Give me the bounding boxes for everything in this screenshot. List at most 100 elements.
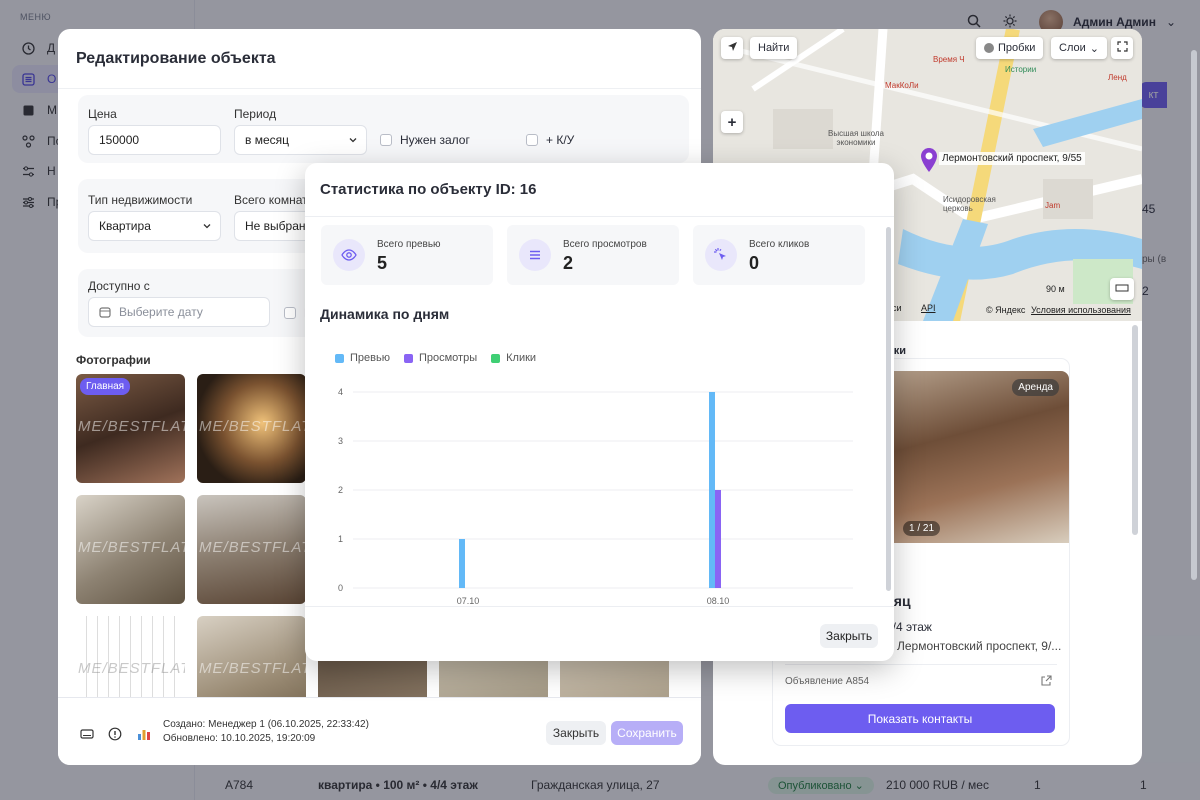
- date-placeholder: Выберите дату: [119, 305, 203, 319]
- checkbox-box: [284, 307, 296, 319]
- keyboard-icon[interactable]: [80, 727, 94, 741]
- photos-label: Фотографии: [76, 353, 151, 367]
- modal-scrollbar[interactable]: [886, 227, 891, 591]
- photo-counter: 1 / 21: [903, 521, 941, 536]
- legend-item[interactable]: Просмотры: [403, 352, 478, 364]
- stat-card-views: Всего просмотров 2: [507, 225, 679, 285]
- main-photo-badge: Главная: [80, 378, 131, 395]
- x-tick-label: 08.10: [707, 596, 730, 606]
- close-button[interactable]: Закрыть: [546, 721, 606, 745]
- checkbox-box: [380, 134, 392, 146]
- legend-label: Клики: [506, 352, 537, 364]
- type-label: Тип недвижимости: [88, 193, 193, 207]
- marker-label: Лермонтовский проспект, 9/55: [939, 152, 1085, 165]
- price-section: Цена 150000 Период в месяц Нужен залог +…: [78, 95, 689, 163]
- external-link-icon[interactable]: [1041, 675, 1052, 689]
- watermark: ME/BESTFLATS: [199, 539, 306, 556]
- chevron-down-icon: [202, 220, 212, 234]
- chevron-down-icon: [348, 134, 358, 148]
- y-tick-label: 2: [338, 485, 343, 495]
- period-select[interactable]: в месяц: [234, 125, 367, 155]
- legend-swatch: [335, 353, 344, 363]
- zoom-in-button[interactable]: +: [721, 111, 743, 133]
- rooms-label: Всего комнат: [234, 193, 308, 207]
- updated-info: Обновлено: 10.10.2025, 19:20:09: [163, 733, 316, 744]
- price-label: Цена: [88, 107, 117, 121]
- watermark: ME/BESTFLATS: [199, 418, 306, 435]
- scrollbar[interactable]: [1132, 325, 1138, 535]
- listing-address: Лермонтовский проспект, 9/...: [897, 639, 1062, 653]
- stat-card-previews: Всего превью 5: [321, 225, 493, 285]
- ad-id: Объявление A854: [785, 676, 870, 687]
- stat-value: 0: [749, 253, 760, 273]
- traffic-button[interactable]: Пробки: [976, 37, 1044, 59]
- chart-icon[interactable]: [137, 727, 151, 741]
- legend-item[interactable]: Превью: [335, 352, 390, 364]
- show-contacts-button[interactable]: Показать контакты: [785, 704, 1055, 733]
- layers-button[interactable]: Слои ⌄: [1051, 37, 1107, 59]
- stat-card-clicks: Всего кликов 0: [693, 225, 865, 285]
- stat-value: 5: [377, 253, 388, 273]
- bar-Просмотры: [715, 490, 721, 588]
- photo-thumbnail[interactable]: ME/BESTFLATS: [76, 495, 185, 604]
- legend-swatch: [403, 353, 413, 363]
- price-input[interactable]: 150000: [88, 125, 221, 155]
- stat-label: Всего просмотров: [563, 239, 647, 250]
- poi-label: МакКоЛи: [885, 81, 919, 90]
- eye-icon: [333, 239, 365, 271]
- divider: [785, 664, 1057, 665]
- y-tick-label: 3: [338, 436, 343, 446]
- legend-label: Превью: [350, 352, 390, 364]
- chart-legend: Превью Просмотры Клики: [335, 352, 536, 364]
- map-find-button[interactable]: Найти: [750, 37, 798, 59]
- statistics-modal: Статистика по объекту ID: 16 Всего превь…: [305, 163, 894, 661]
- stat-value: 2: [563, 253, 574, 273]
- y-tick-label: 1: [338, 534, 343, 544]
- legend-item[interactable]: Клики: [491, 352, 536, 364]
- info-icon[interactable]: [108, 727, 122, 741]
- available-label: Доступно с: [88, 279, 150, 293]
- list-icon: [519, 239, 551, 271]
- cursor-click-icon: [705, 239, 737, 271]
- fullscreen-button[interactable]: [1111, 37, 1133, 59]
- ruler-button[interactable]: [1110, 278, 1134, 300]
- deposit-checkbox[interactable]: Нужен залог: [380, 133, 470, 147]
- layers-label: Слои: [1059, 42, 1086, 54]
- modal-title: Статистика по объекту ID: 16: [305, 163, 894, 217]
- y-tick-label: 4: [338, 387, 343, 397]
- modal-close-button[interactable]: Закрыть: [820, 624, 878, 648]
- watermark: ME/BESTFLATS: [78, 660, 185, 677]
- date-input[interactable]: Выберите дату: [88, 297, 270, 327]
- poi-label: Jam: [1045, 201, 1061, 210]
- ruler-icon: [1115, 283, 1129, 295]
- bar-Превью: [709, 392, 715, 588]
- poi-label: Высшая школа экономики: [828, 129, 884, 147]
- terms-link[interactable]: Условия использования: [1031, 305, 1131, 315]
- traffic-label: Пробки: [998, 42, 1036, 54]
- calendar-icon: [99, 306, 111, 321]
- legend-swatch: [491, 353, 501, 363]
- poi-label: Исидоровская церковь: [943, 195, 996, 213]
- page-scrollbar[interactable]: [1191, 50, 1197, 580]
- checkbox-box: [526, 134, 538, 146]
- object-meta: Создано: Менеджер 1 (06.10.2025, 22:33:4…: [163, 718, 369, 746]
- stat-label: Всего превью: [377, 239, 441, 250]
- location-marker-icon[interactable]: [920, 147, 938, 176]
- created-info: Создано: Менеджер 1 (06.10.2025, 22:33:4…: [163, 719, 369, 730]
- legend-label: Просмотры: [418, 352, 478, 364]
- poi-label: Ленд: [1108, 73, 1127, 82]
- photo-thumbnail[interactable]: ME/BESTFLATS: [197, 495, 306, 604]
- locate-button[interactable]: [721, 37, 743, 59]
- modal-footer: Закрыть: [305, 606, 894, 661]
- chevron-down-icon: ⌄: [1089, 42, 1099, 55]
- poi-label: Истории: [1005, 65, 1037, 74]
- scale-label: 90 м: [1046, 284, 1065, 294]
- photo-thumbnail[interactable]: Главная ME/BESTFLATS: [76, 374, 185, 483]
- save-button[interactable]: Сохранить: [611, 721, 683, 745]
- api-link[interactable]: API: [921, 303, 936, 313]
- x-tick-label: 07.10: [457, 596, 480, 606]
- utilities-checkbox[interactable]: + К/У: [526, 133, 574, 147]
- photo-thumbnail[interactable]: ME/BESTFLATS: [197, 374, 306, 483]
- type-select[interactable]: Квартира: [88, 211, 221, 241]
- expand-icon: [1116, 41, 1128, 55]
